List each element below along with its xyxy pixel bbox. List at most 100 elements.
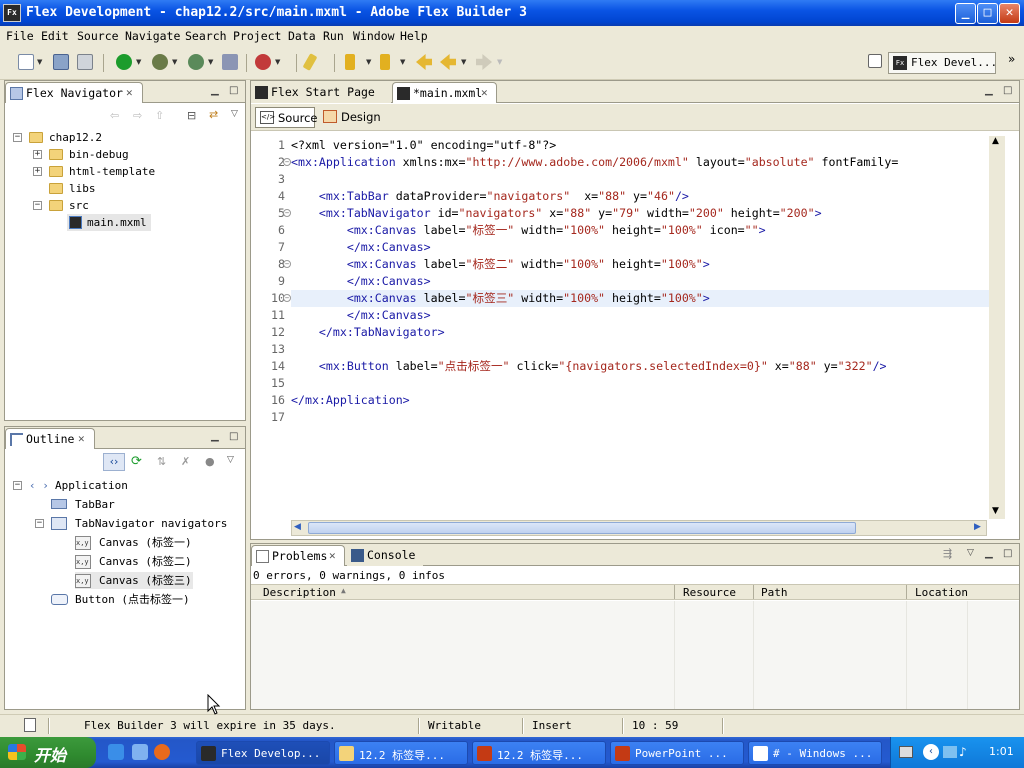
tab-problems[interactable]: Problems ✕ <box>251 545 345 566</box>
maximize-panel-button[interactable]: □ <box>1003 548 1012 559</box>
code-line[interactable]: </mx:Canvas> <box>291 307 989 324</box>
fast-view-icon[interactable] <box>24 718 36 732</box>
outline-item-canvas-3[interactable]: x,y Canvas (标签三) <box>75 572 193 589</box>
save-icon[interactable] <box>53 54 69 70</box>
tab-flex-navigator[interactable]: Flex Navigator ✕ <box>5 82 143 103</box>
firefox-icon[interactable] <box>154 744 170 760</box>
close-button[interactable]: ✕ <box>999 3 1020 24</box>
sort-icon[interactable]: ⇅ <box>157 455 166 468</box>
title-bar[interactable]: Fx Flex Development - chap12.2/src/main.… <box>0 0 1024 26</box>
menu-edit[interactable]: Edit <box>41 29 69 43</box>
dot-icon[interactable]: ● <box>205 455 215 468</box>
code-line[interactable]: </mx:Application> <box>291 392 989 409</box>
keyboard-icon[interactable] <box>899 746 913 758</box>
close-icon[interactable]: ✕ <box>481 86 488 99</box>
refresh-icon[interactable]: ⟳ <box>131 454 142 469</box>
back-icon[interactable] <box>440 54 456 70</box>
chevron-left-icon[interactable]: ‹ <box>923 744 939 760</box>
run-icon[interactable] <box>116 54 132 70</box>
code-line[interactable]: <mx:TabBar dataProvider="navigators" x="… <box>291 188 989 205</box>
code-line[interactable] <box>291 375 989 392</box>
menu-run[interactable]: Run <box>323 29 344 43</box>
task-windows[interactable]: # - Windows ... <box>748 741 882 765</box>
menu-project[interactable]: Project <box>233 29 281 43</box>
task-folder[interactable]: 12.2 标签导... <box>334 741 468 765</box>
print-icon[interactable] <box>77 54 93 70</box>
link-editor-icon[interactable]: ⇄ <box>209 108 218 121</box>
forward-icon[interactable] <box>476 54 492 70</box>
close-icon[interactable]: ✕ <box>78 432 85 445</box>
vertical-scrollbar[interactable]: ▲ ▼ <box>989 136 1005 519</box>
column-description[interactable]: Description <box>263 586 336 599</box>
debug-icon[interactable] <box>152 54 168 70</box>
column-path[interactable]: Path <box>761 586 788 599</box>
minimize-panel-button[interactable]: ▁ <box>985 548 993 559</box>
close-icon[interactable]: ✕ <box>126 86 133 99</box>
scroll-thumb[interactable] <box>308 522 856 534</box>
pen-icon[interactable] <box>302 53 318 71</box>
prev-annotation-icon[interactable] <box>380 54 390 70</box>
minimize-panel-button[interactable]: ▁ <box>985 85 993 96</box>
view-menu-icon[interactable]: ▽ <box>231 109 238 119</box>
design-mode-button[interactable]: Design <box>319 107 381 128</box>
code-line[interactable] <box>291 341 989 358</box>
more-perspectives-button[interactable]: » <box>1008 52 1015 66</box>
next-annotation-icon[interactable] <box>345 54 355 70</box>
filter-icon[interactable]: ⇶ <box>943 547 952 560</box>
network-icon[interactable] <box>943 746 957 758</box>
tab-flex-start-page[interactable]: Flex Start Page <box>251 82 391 103</box>
export-icon[interactable] <box>222 54 238 70</box>
filter-icon[interactable]: ✗ <box>181 455 190 468</box>
new-file-icon[interactable] <box>18 54 34 70</box>
menu-data[interactable]: Data <box>288 29 316 43</box>
code-line[interactable]: <mx:Canvas label="标签一" width="100%" heig… <box>291 222 989 239</box>
minimize-panel-button[interactable]: ▁ <box>211 85 219 96</box>
menu-source[interactable]: Source <box>77 29 119 43</box>
scroll-down-icon[interactable]: ▼ <box>992 506 999 516</box>
scroll-up-icon[interactable]: ▲ <box>992 136 999 146</box>
code-body[interactable]: <?xml version="1.0" encoding="utf-8"?> <m… <box>291 136 989 519</box>
code-line[interactable]: </mx:Canvas> <box>291 273 989 290</box>
collapse-all-icon[interactable]: ⊟ <box>187 109 196 122</box>
profile-icon[interactable] <box>188 54 204 70</box>
menu-window[interactable]: Window <box>353 29 395 43</box>
tab-main-mxml[interactable]: *main.mxml ✕ <box>392 82 497 103</box>
menu-search[interactable]: Search <box>185 29 227 43</box>
last-edit-icon[interactable] <box>416 54 432 70</box>
code-line[interactable] <box>291 171 989 188</box>
back-icon[interactable]: ⇦ <box>110 109 119 122</box>
code-line[interactable]: <mx:Canvas label="标签二" width="100%" heig… <box>291 256 989 273</box>
maximize-panel-button[interactable]: □ <box>1003 85 1012 96</box>
chevron-down-icon[interactable]: ▼ <box>37 58 42 66</box>
horizontal-scrollbar[interactable]: ◀ ▶ <box>291 520 987 536</box>
code-line[interactable]: </mx:Canvas> <box>291 239 989 256</box>
minimize-button[interactable]: _ <box>955 3 976 24</box>
view-menu-icon[interactable]: ▽ <box>967 548 974 558</box>
code-line[interactable]: <mx:TabNavigator id="navigators" x="88" … <box>291 205 989 222</box>
up-icon[interactable]: ⇧ <box>155 109 164 122</box>
view-menu-icon[interactable]: ▽ <box>227 455 234 465</box>
task-powerpoint-doc[interactable]: 12.2 标签导... <box>472 741 606 765</box>
menu-navigate[interactable]: Navigate <box>125 29 180 43</box>
close-icon[interactable]: ✕ <box>329 549 336 562</box>
ie-icon[interactable] <box>108 744 124 760</box>
scroll-left-icon[interactable]: ◀ <box>294 522 301 532</box>
code-line[interactable] <box>291 409 989 426</box>
open-perspective-icon[interactable] <box>868 54 882 68</box>
source-mode-button[interactable]: </> Source <box>255 107 318 128</box>
volume-icon[interactable]: ♪ <box>959 745 967 759</box>
start-button[interactable]: 开始 <box>0 737 96 768</box>
maximize-panel-button[interactable]: □ <box>229 431 238 442</box>
forward-icon[interactable]: ⇨ <box>133 109 142 122</box>
code-line[interactable]: </mx:TabNavigator> <box>291 324 989 341</box>
column-location[interactable]: Location <box>915 586 968 599</box>
show-source-icon[interactable]: ‹› <box>103 453 125 471</box>
desktop-icon[interactable] <box>132 744 148 760</box>
fold-toggle-icon[interactable]: − <box>283 158 291 166</box>
column-resource[interactable]: Resource <box>683 586 736 599</box>
code-line[interactable]: <mx:Application xmlns:mx="http://www.ado… <box>291 154 989 171</box>
tab-outline[interactable]: Outline ✕ <box>5 428 95 449</box>
fold-toggle-icon[interactable]: − <box>283 209 291 217</box>
code-line[interactable]: <?xml version="1.0" encoding="utf-8"?> <box>291 137 989 154</box>
tab-console[interactable]: Console <box>347 545 423 566</box>
